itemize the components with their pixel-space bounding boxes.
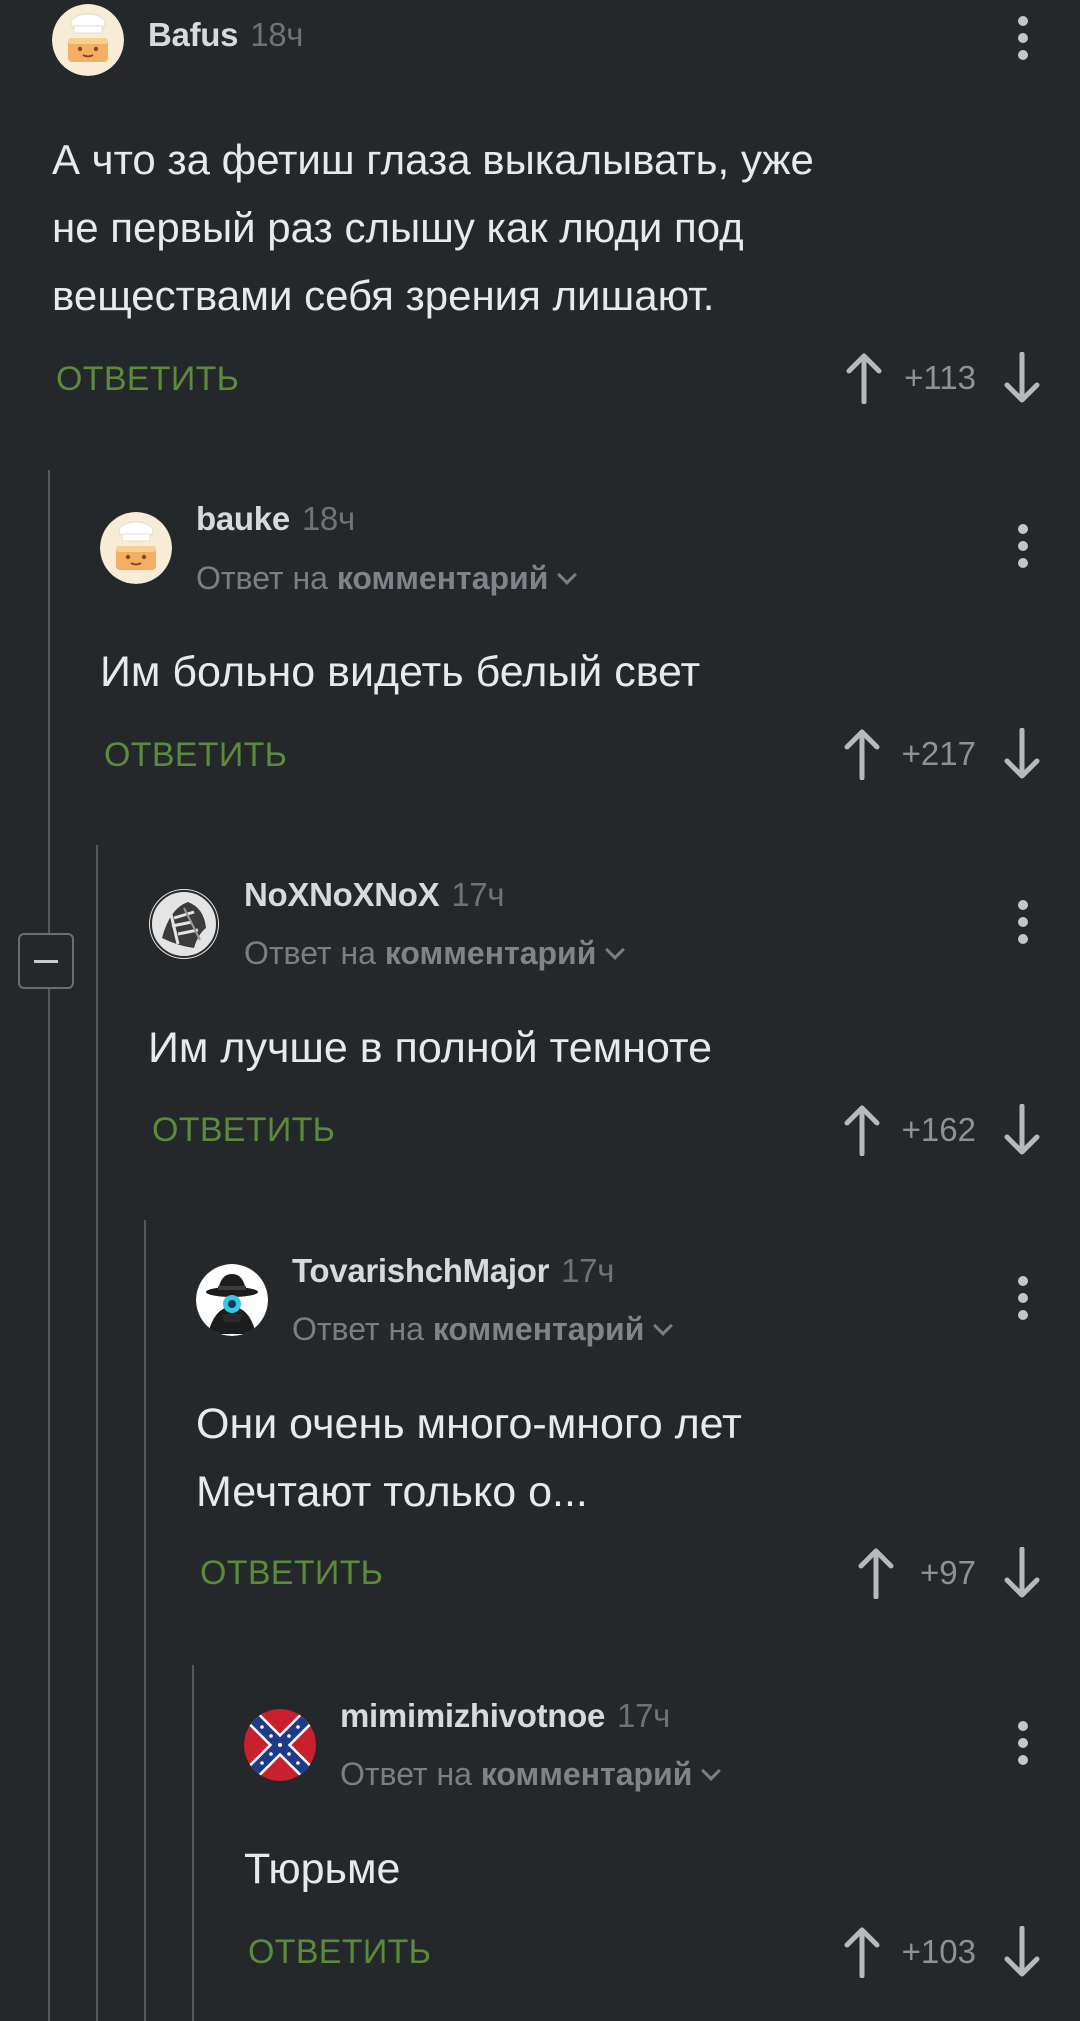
chevron-down-icon[interactable] <box>653 1316 674 1336</box>
timestamp: 17ч <box>451 876 505 913</box>
reply-to-prefix: Ответ на <box>244 935 376 971</box>
timestamp: 18ч <box>301 500 355 537</box>
downvote-arrow-icon[interactable] <box>1002 1926 1042 1978</box>
comment-text: А что за фетиш глаза выкалывать, уже не … <box>52 126 814 330</box>
username-text[interactable]: mimimizhivotnoe <box>340 1697 605 1734</box>
score: +103 <box>901 1933 976 1970</box>
reply-button[interactable]: ОТВЕТИТЬ <box>200 1554 383 1593</box>
timestamp: 17ч <box>617 1697 671 1734</box>
reply-button[interactable]: ОТВЕТИТЬ <box>152 1111 335 1150</box>
comment-text: Им лучше в полной темноте <box>148 1014 712 1082</box>
score: +97 <box>920 1554 976 1591</box>
reply-to-target[interactable]: комментарий <box>337 560 549 596</box>
username-text[interactable]: Bafus <box>148 16 238 53</box>
thread-line-level-1 <box>48 470 50 2021</box>
comment-text: Тюрьме <box>244 1835 400 1903</box>
vote-controls: +217 <box>842 724 1042 784</box>
reply-button[interactable]: ОТВЕТИТЬ <box>104 736 287 775</box>
thread-line-level-4 <box>192 1665 194 2021</box>
reply-to-link[interactable]: Ответ на комментарий <box>244 935 626 972</box>
username-text[interactable]: NoXNoXNoX <box>244 876 440 913</box>
chef-cake-avatar-icon <box>52 4 124 76</box>
thread-line-level-3 <box>144 1220 146 2021</box>
comment-line: А что за фетиш глаза выкалывать, уже <box>52 136 814 183</box>
comment-line: веществами себя зрения лишают. <box>52 272 715 319</box>
vote-controls: +113 <box>844 348 1042 408</box>
more-options-icon[interactable] <box>1018 1721 1028 1772</box>
comment-noxnoxnox: NoXNoXNoX 17ч Ответ на комментарий Им луч… <box>148 876 1080 1176</box>
username[interactable]: NoXNoXNoX 17ч <box>244 876 505 914</box>
score: +162 <box>901 1111 976 1148</box>
more-options-icon[interactable] <box>1018 524 1028 575</box>
reply-to-link[interactable]: Ответ на комментарий <box>340 1756 722 1793</box>
upvote-arrow-icon[interactable] <box>842 1104 882 1156</box>
score: +113 <box>904 359 976 396</box>
reply-button[interactable]: ОТВЕТИТЬ <box>248 1933 431 1972</box>
vote-controls: +97 <box>856 1543 1042 1603</box>
reply-to-target[interactable]: комментарий <box>385 935 597 971</box>
avatar[interactable] <box>100 512 172 584</box>
more-options-icon[interactable] <box>1018 16 1028 67</box>
reply-to-prefix: Ответ на <box>292 1311 424 1347</box>
avatar[interactable] <box>52 4 124 76</box>
timestamp: 17ч <box>561 1252 615 1289</box>
reply-to-link[interactable]: Ответ на комментарий <box>292 1311 674 1348</box>
username-text[interactable]: bauke <box>196 500 290 537</box>
comment-bafus: Bafus 18ч А что за фетиш глаза выкалывать… <box>52 0 1080 420</box>
upvote-arrow-icon[interactable] <box>842 1926 882 1978</box>
chef-cake-avatar-icon <box>100 512 172 584</box>
timestamp: 18ч <box>250 16 304 53</box>
downvote-arrow-icon[interactable] <box>1002 1104 1042 1156</box>
avatar[interactable] <box>244 1709 316 1781</box>
username[interactable]: bauke 18ч <box>196 500 355 538</box>
more-options-icon[interactable] <box>1018 1276 1028 1327</box>
reply-to-target[interactable]: комментарий <box>481 1756 693 1792</box>
reply-to-target[interactable]: комментарий <box>433 1311 645 1347</box>
chevron-down-icon[interactable] <box>605 940 626 960</box>
comment-text: Они очень много-много лет Мечтают только… <box>196 1390 742 1526</box>
username-text[interactable]: TovarishchMajor <box>292 1252 549 1289</box>
comment-line: Они очень много-много лет <box>196 1400 742 1448</box>
comment-line: Им больно видеть белый свет <box>100 648 701 696</box>
vote-controls: +162 <box>842 1100 1042 1160</box>
avatar[interactable] <box>148 888 220 960</box>
chevron-down-icon[interactable] <box>557 565 578 585</box>
comment-line: Тюрьме <box>244 1845 401 1893</box>
comment-line: Им лучше в полной темноте <box>148 1024 713 1072</box>
downvote-arrow-icon[interactable] <box>1002 1547 1042 1599</box>
score: +217 <box>901 735 976 772</box>
vote-controls: +103 <box>842 1922 1042 1982</box>
comment-mimimizhivotnoe: mimimizhivotnoe 17ч Ответ на комментарий … <box>244 1697 1080 1997</box>
reply-to-link[interactable]: Ответ на комментарий <box>196 560 578 597</box>
thread-line-level-2 <box>96 845 98 2021</box>
collapse-thread-button[interactable] <box>18 933 74 989</box>
comment-bauke: bauke 18ч Ответ на комментарий Им больно … <box>100 500 1080 800</box>
spy-hat-avatar-icon <box>196 1264 268 1336</box>
comment-text: Им больно видеть белый свет <box>100 638 700 706</box>
downvote-arrow-icon[interactable] <box>1002 352 1042 404</box>
reply-to-prefix: Ответ на <box>340 1756 472 1792</box>
confederate-flag-avatar-icon <box>244 1709 316 1781</box>
avatar[interactable] <box>196 1264 268 1336</box>
more-options-icon[interactable] <box>1018 900 1028 951</box>
username[interactable]: mimimizhivotnoe 17ч <box>340 1697 670 1735</box>
comment-line: не первый раз слышу как люди под <box>52 204 744 251</box>
upvote-arrow-icon[interactable] <box>842 728 882 780</box>
downvote-arrow-icon[interactable] <box>1002 728 1042 780</box>
upvote-arrow-icon[interactable] <box>856 1547 896 1599</box>
reply-to-prefix: Ответ на <box>196 560 328 596</box>
username[interactable]: Bafus 18ч <box>148 16 303 54</box>
username[interactable]: TovarishchMajor 17ч <box>292 1252 614 1290</box>
chevron-down-icon[interactable] <box>701 1761 722 1781</box>
sketch-face-avatar-icon <box>149 889 219 959</box>
reply-button[interactable]: ОТВЕТИТЬ <box>56 360 239 399</box>
comment-line: Мечтают только о... <box>196 1468 588 1516</box>
comment-tovarishchmajor: TovarishchMajor 17ч Ответ на комментарий … <box>196 1252 1080 1612</box>
upvote-arrow-icon[interactable] <box>844 352 884 404</box>
